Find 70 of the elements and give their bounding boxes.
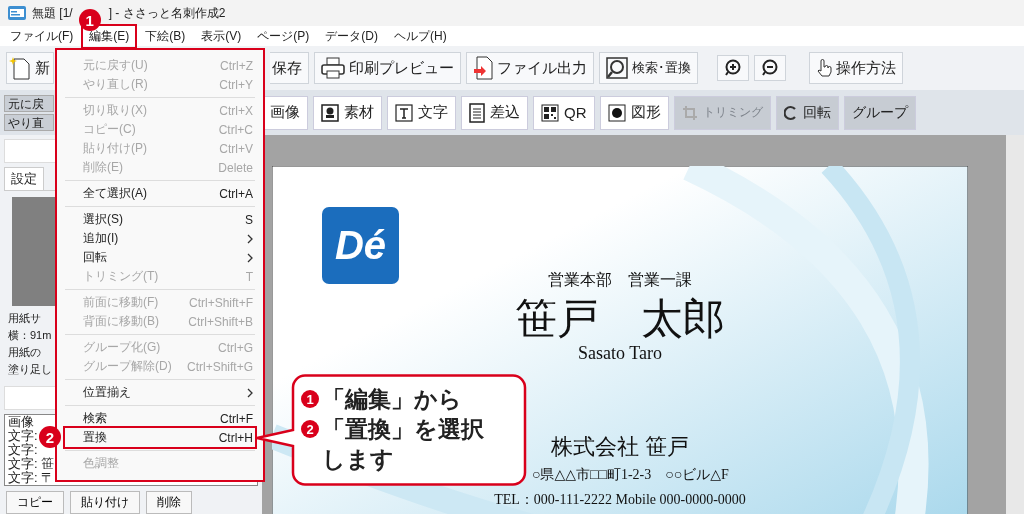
toolbar-button[interactable]: 保存	[270, 52, 309, 84]
history-button[interactable]: 元に戻	[4, 94, 54, 112]
window-title: 無題 [1/	[32, 4, 73, 22]
new-document-icon	[9, 56, 31, 80]
menu-bar-item[interactable]: ページ(P)	[249, 23, 318, 49]
toolbar-button[interactable]: 検索･置換	[599, 52, 698, 84]
menu-item[interactable]: 回転	[65, 248, 255, 267]
toolbar-button[interactable]: 素材	[313, 95, 382, 130]
paper-info-text: 用紙サ	[7, 311, 41, 327]
person-name: 笹戸 太郎	[515, 295, 725, 343]
scrollbar[interactable]	[1006, 135, 1024, 514]
callout-text: 「編集」から	[322, 384, 462, 414]
toolbar-button[interactable]: 図形	[599, 95, 669, 130]
toolbar-button[interactable]: 回転	[775, 95, 839, 130]
company-name: 株式会社 笹戸	[550, 434, 690, 460]
toolbar-button[interactable]: QR	[533, 95, 595, 130]
document-icon	[469, 102, 485, 123]
zoom-out-button[interactable]	[754, 55, 786, 81]
menu-item[interactable]: 検索 Ctrl+F	[65, 409, 255, 428]
menu-bar-item[interactable]: 下絵(B)	[137, 23, 194, 49]
panel-tab[interactable]: 設定	[4, 166, 44, 190]
circle-shape-icon	[607, 103, 626, 122]
menu-item[interactable]: 全て選択(A) Ctrl+A	[65, 184, 255, 203]
zoom-in-icon	[724, 59, 742, 77]
printer-icon	[321, 57, 345, 79]
zoom-out-icon	[761, 59, 779, 77]
toolbar-button[interactable]: 文字	[387, 95, 456, 130]
chevron-right-icon	[247, 233, 253, 244]
zoom-in-button[interactable]	[717, 55, 749, 81]
chevron-right-icon	[247, 252, 253, 263]
step-badge: 2	[39, 426, 61, 448]
toolbar-button[interactable]: 差込	[461, 95, 528, 130]
paper-info-text: 横：91m	[7, 328, 52, 344]
toolbar-button[interactable]: 操作方法	[809, 52, 903, 84]
menu-bar-item[interactable]: ヘルプ(H)	[386, 23, 455, 49]
paper-info-text: 塗り足し	[7, 362, 52, 378]
panel-button[interactable]: 削除	[146, 491, 192, 514]
address-text: ○県△△市□□町1-2-3 ○○ビル△F	[532, 466, 729, 483]
panel-button[interactable]: 貼り付け	[70, 491, 140, 514]
search-icon	[606, 57, 628, 79]
toolbar-button[interactable]: グループ	[843, 95, 916, 130]
file-export-icon	[473, 56, 493, 80]
menu-item[interactable]: 選択(S) S	[65, 210, 255, 229]
rotate-icon	[783, 104, 798, 121]
panel-button[interactable]: コピー	[6, 491, 64, 514]
toolbar-button[interactable]: 新	[6, 52, 54, 84]
menu-item[interactable]: 位置揃え	[65, 383, 255, 402]
phone-text: TEL：000-111-2222 Mobile 000-0000-0000	[494, 491, 746, 508]
qr-code-icon	[541, 103, 559, 122]
menu-item[interactable]: 追加(I)	[65, 229, 255, 248]
pointing-hand-icon	[816, 59, 832, 77]
step-badge: 1	[78, 9, 101, 31]
romaji-name: Sasato Taro	[578, 343, 662, 364]
toolbar-button[interactable]: 印刷プレビュー	[314, 52, 461, 84]
chevron-right-icon	[247, 387, 253, 398]
text-icon	[395, 103, 413, 122]
callout-text: します	[322, 444, 394, 474]
stamp-icon	[321, 103, 339, 122]
company-logo: Dé	[322, 207, 399, 284]
toolbar-button[interactable]: ファイル出力	[466, 52, 594, 84]
department-text: 営業本部 営業一課	[548, 270, 692, 290]
menu-bar-item[interactable]: 表示(V)	[193, 23, 250, 49]
crop-icon	[681, 104, 698, 121]
paper-info-text: 用紙の	[7, 345, 41, 361]
menu-bar-item[interactable]: データ(D)	[317, 23, 386, 49]
history-button[interactable]: やり直	[4, 113, 54, 131]
toolbar-button[interactable]: 画像	[262, 95, 308, 130]
app-icon	[8, 6, 26, 20]
window-title: ] - ささっと名刺作成2	[108, 4, 226, 22]
callout-text: 「置換」を選択	[322, 414, 484, 444]
